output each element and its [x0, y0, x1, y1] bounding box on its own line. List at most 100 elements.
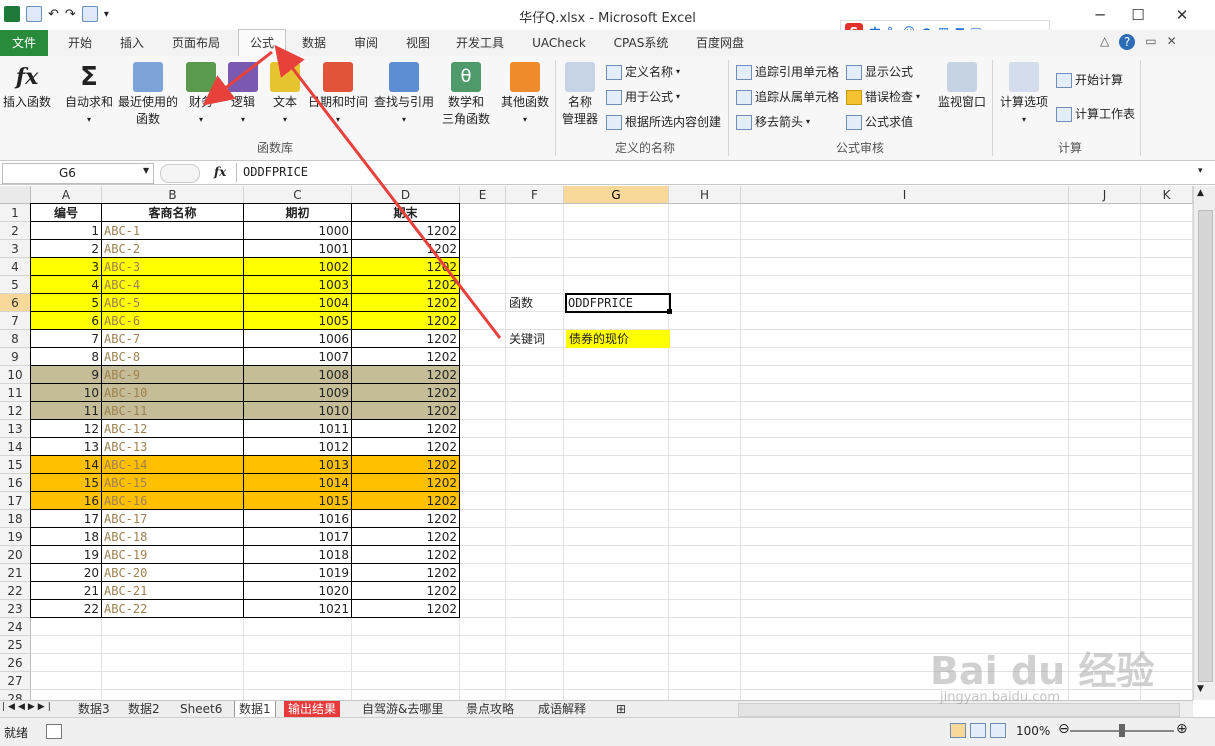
trace-precedents-button[interactable]: 追踪引用单元格	[736, 64, 839, 80]
table-cell-id[interactable]: 11	[31, 402, 102, 420]
table-cell-close[interactable]: 1202	[352, 564, 460, 582]
tab-10[interactable]: CPAS系统	[604, 30, 678, 56]
table-cell-id[interactable]: 17	[31, 510, 102, 528]
table-cell-close[interactable]: 1202	[352, 600, 460, 618]
tab-5[interactable]: 数据	[292, 30, 336, 56]
fill-handle[interactable]	[667, 309, 672, 314]
row-header-3[interactable]: 3	[0, 240, 31, 258]
table-cell-id[interactable]: 9	[31, 366, 102, 384]
table-cell-close[interactable]: 1202	[352, 438, 460, 456]
scroll-down-icon[interactable]: ▼	[1197, 684, 1204, 694]
function-label-cell[interactable]: 函数	[507, 294, 565, 312]
table-cell-close[interactable]: 1202	[352, 474, 460, 492]
help-icon[interactable]: ?	[1119, 34, 1136, 50]
table-cell-name[interactable]: ABC-17	[102, 510, 244, 528]
macro-record-icon[interactable]	[46, 724, 62, 739]
sheet-tab-6[interactable]: 景点攻略	[462, 701, 518, 717]
table-cell-close[interactable]: 1202	[352, 510, 460, 528]
define-name-button[interactable]: 定义名称 ▾	[606, 64, 680, 80]
table-cell-open[interactable]: 1009	[244, 384, 352, 402]
tab-9[interactable]: UACheck	[524, 30, 594, 56]
table-cell-open[interactable]: 1013	[244, 456, 352, 474]
table-cell-close[interactable]: 1202	[352, 546, 460, 564]
expand-formula-bar-icon[interactable]: ▾	[1198, 166, 1203, 176]
row-header-8[interactable]: 8	[0, 330, 31, 348]
math-trig-button[interactable]: θ 数学和 三角函数	[436, 62, 496, 128]
row-header-9[interactable]: 9	[0, 348, 31, 366]
row-header-21[interactable]: 21	[0, 564, 31, 582]
formula-input[interactable]: ODDFPRICE	[236, 163, 1213, 182]
tab-6[interactable]: 审阅	[344, 30, 388, 56]
sheet-tab-4[interactable]: 输出结果	[284, 701, 341, 717]
sheet-tab-0[interactable]: 数据3	[74, 701, 114, 717]
zoom-in-icon[interactable]: ⊕	[1176, 721, 1188, 737]
tab-11[interactable]: 百度网盘	[688, 30, 752, 56]
row-header-20[interactable]: 20	[0, 546, 31, 564]
tab-2[interactable]: 插入	[110, 30, 154, 56]
table-cell-id[interactable]: 4	[31, 276, 102, 294]
table-cell-name[interactable]: ABC-9	[102, 366, 244, 384]
table-cell-close[interactable]: 1202	[352, 456, 460, 474]
insert-function-icon[interactable]: fx	[214, 165, 226, 179]
table-cell-open[interactable]: 1019	[244, 564, 352, 582]
row-header-18[interactable]: 18	[0, 510, 31, 528]
table-cell-close[interactable]: 1202	[352, 258, 460, 276]
table-cell-open[interactable]: 1014	[244, 474, 352, 492]
restore-workbook-icon[interactable]: ▭	[1145, 34, 1156, 50]
calculate-now-button[interactable]: 开始计算	[1056, 72, 1123, 88]
table-cell-id[interactable]: 1	[31, 222, 102, 240]
evaluate-formula-button[interactable]: 公式求值	[846, 114, 913, 130]
zoom-level[interactable]: 100%	[1016, 724, 1050, 738]
tab-1[interactable]: 开始	[58, 30, 102, 56]
table-cell-open[interactable]: 1006	[244, 330, 352, 348]
table-cell-open[interactable]: 1003	[244, 276, 352, 294]
column-header-a[interactable]: A	[31, 186, 102, 204]
page-layout-view-icon[interactable]	[970, 723, 986, 738]
table-cell-close[interactable]: 1202	[352, 420, 460, 438]
table-cell-open[interactable]: 1018	[244, 546, 352, 564]
page-break-view-icon[interactable]	[990, 723, 1006, 738]
vertical-scroll-thumb[interactable]	[1198, 210, 1213, 682]
normal-view-icon[interactable]	[950, 723, 966, 738]
row-header-26[interactable]: 26	[0, 654, 31, 672]
table-cell-close[interactable]: 1202	[352, 294, 460, 312]
horizontal-scrollbar[interactable]	[738, 703, 1180, 717]
name-box[interactable]: G6	[2, 163, 154, 184]
table-header-cell[interactable]: 编号	[31, 204, 102, 222]
table-cell-name[interactable]: ABC-14	[102, 456, 244, 474]
table-cell-open[interactable]: 1020	[244, 582, 352, 600]
column-header-c[interactable]: C	[244, 186, 352, 204]
table-cell-open[interactable]: 1016	[244, 510, 352, 528]
recently-used-button[interactable]: 最近使用的 函数	[116, 62, 180, 128]
table-cell-name[interactable]: ABC-7	[102, 330, 244, 348]
zoom-out-icon[interactable]: ⊖	[1058, 721, 1070, 737]
error-checking-button[interactable]: 错误检查 ▾	[846, 89, 920, 105]
row-header-10[interactable]: 10	[0, 366, 31, 384]
table-cell-open[interactable]: 1010	[244, 402, 352, 420]
column-header-h[interactable]: H	[669, 186, 741, 204]
collapse-ribbon-icon[interactable]: △	[1100, 34, 1109, 50]
create-from-selection-button[interactable]: 根据所选内容创建	[606, 114, 721, 130]
calculation-options-button[interactable]: 计算选项 ▾	[996, 62, 1052, 128]
close-icon[interactable]: ✕	[1164, 4, 1200, 26]
table-header-cell[interactable]: 期初	[244, 204, 352, 222]
table-cell-open[interactable]: 1011	[244, 420, 352, 438]
column-header-d[interactable]: D	[352, 186, 460, 204]
table-cell-open[interactable]: 1000	[244, 222, 352, 240]
table-cell-name[interactable]: ABC-16	[102, 492, 244, 510]
table-cell-id[interactable]: 5	[31, 294, 102, 312]
row-header-24[interactable]: 24	[0, 618, 31, 636]
column-header-b[interactable]: B	[102, 186, 244, 204]
text-button[interactable]: 文本 ▾	[268, 62, 302, 128]
sheet-tab-5[interactable]: 自驾游&去哪里	[358, 701, 447, 717]
row-header-5[interactable]: 5	[0, 276, 31, 294]
table-cell-name[interactable]: ABC-11	[102, 402, 244, 420]
table-cell-id[interactable]: 20	[31, 564, 102, 582]
table-cell-name[interactable]: ABC-2	[102, 240, 244, 258]
table-cell-id[interactable]: 2	[31, 240, 102, 258]
tab-7[interactable]: 视图	[396, 30, 440, 56]
column-header-e[interactable]: E	[460, 186, 506, 204]
table-cell-name[interactable]: ABC-1	[102, 222, 244, 240]
table-cell-close[interactable]: 1202	[352, 582, 460, 600]
close-workbook-icon[interactable]: ✕	[1167, 34, 1177, 50]
